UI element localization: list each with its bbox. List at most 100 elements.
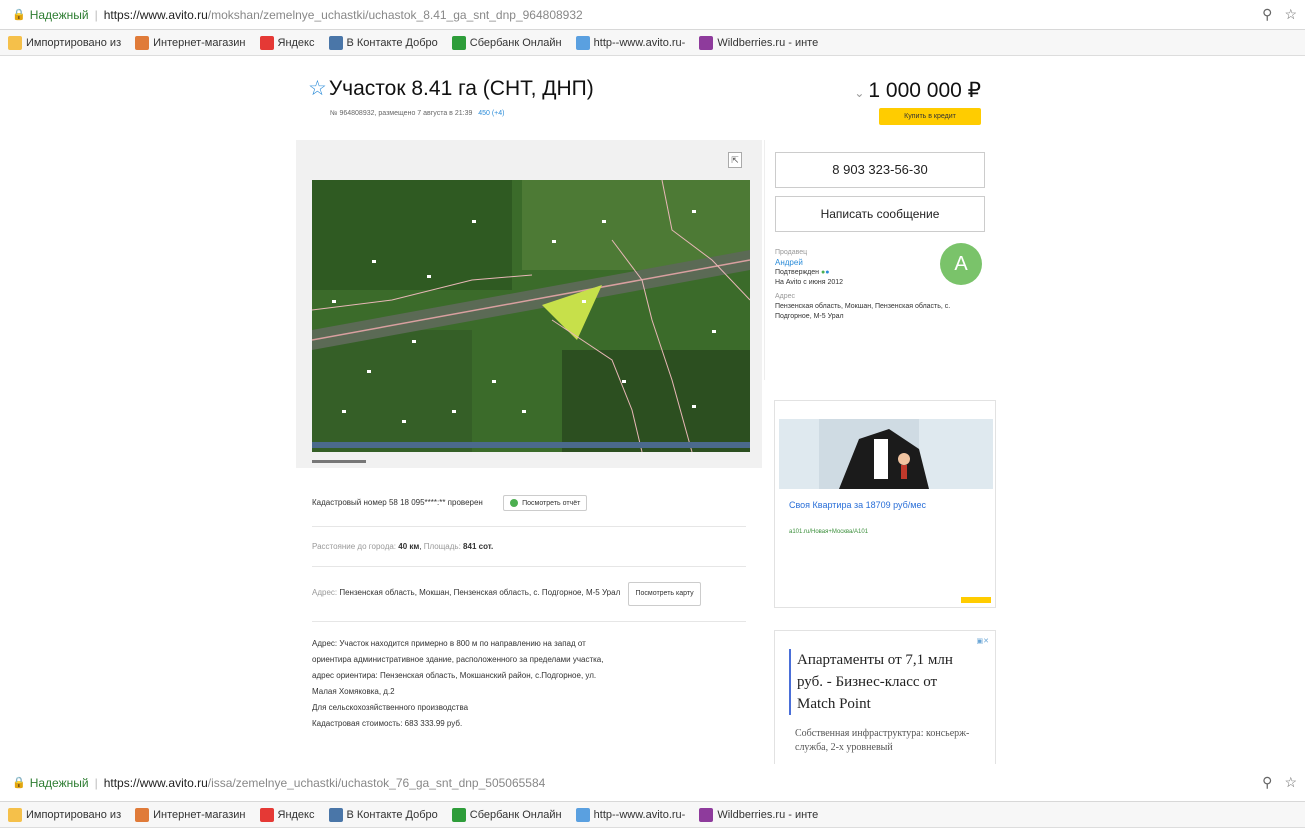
write-message-button[interactable]: Написать сообщение	[775, 196, 985, 232]
description-line: Малая Хомяковка, д.2	[312, 687, 395, 696]
browser-chrome-bottom: 🔒 Надежный | https://www.avito.ru/issa/z…	[0, 764, 1305, 828]
ad2-body: Собственная инфраструктура: консьерж-слу…	[795, 728, 970, 753]
zoom-icon[interactable]: ⚲	[1262, 6, 1272, 23]
cadastral-map-image[interactable]	[312, 180, 750, 452]
description-line: ориентира административное здание, распо…	[312, 655, 604, 664]
secure-label: Надежный	[29, 7, 89, 22]
url-host: https://www.avito.ru	[103, 7, 208, 22]
bookmark-favicon-icon	[328, 35, 343, 50]
ad1-tag	[961, 597, 991, 603]
description-line: Кадастровая стоимость: 683 333.99 руб.	[312, 719, 463, 728]
description-line: Для сельскохозяйственного производства	[312, 703, 469, 712]
listing-title: Участок 8.41 га (СНТ, ДНП)	[328, 77, 594, 100]
address-bar[interactable]: 🔒 Надежный | https://www.avito.ru/moksha…	[8, 3, 1262, 27]
ad1-url[interactable]: a101.ru/Новая+Москва/A101	[789, 529, 868, 535]
bookmark-item[interactable]: Яндекс	[259, 807, 315, 822]
bookmark-favicon-icon	[451, 35, 466, 50]
check-icon	[510, 499, 519, 507]
address-row: 🔒 Надежный | https://www.avito.ru/moksha…	[0, 0, 1305, 30]
ad-banner-match-point[interactable]: ▣✕ Апартаменты от 7,1 млн руб. - Бизнес-…	[774, 630, 996, 764]
bookmark-item[interactable]: Wildberries.ru - инте	[699, 35, 819, 50]
address-bar-bottom[interactable]: 🔒 Надежный | https://www.avito.ru/issa/z…	[8, 771, 1262, 795]
bookmark-label: Яндекс	[277, 808, 315, 821]
ad-image[interactable]	[779, 419, 993, 489]
address-value: Пензенская область, Мокшан, Пензенская о…	[339, 588, 621, 597]
bookmark-item[interactable]: В Контакте Добро	[328, 35, 438, 50]
ad1-title[interactable]: Своя Квартира за 18709 руб/мес	[789, 499, 989, 512]
lock-icon: 🔒	[12, 777, 26, 789]
secure-label-bottom: Надежный	[29, 775, 89, 790]
bookmark-item[interactable]: Сбербанк Онлайн	[451, 35, 562, 50]
bookmark-item[interactable]: Яндекс	[259, 35, 315, 50]
listing-info: Кадастровый номер 58 18 095****:** прове…	[312, 480, 746, 732]
distance-value: 40 км	[398, 542, 420, 551]
bookmark-item[interactable]: Wildberries.ru - инте	[699, 807, 818, 822]
bookmark-label: Яндекс	[277, 36, 315, 49]
bookmark-label: Интернет-магазин	[153, 808, 246, 821]
address-label: Адрес:	[312, 588, 338, 597]
ad2-title[interactable]: Апартаменты от 7,1 млн руб. - Бизнес-кла…	[789, 649, 969, 715]
bookmark-favicon-icon	[699, 807, 714, 822]
bookmark-item[interactable]: Импортировано из	[8, 35, 121, 50]
zoom-icon[interactable]: ⚲	[1262, 774, 1272, 791]
bookmark-favicon-icon	[8, 807, 22, 822]
report-button[interactable]: Посмотреть отчёт	[503, 495, 588, 511]
favorite-star-icon[interactable]: ☆	[308, 77, 327, 100]
cadastral-number: Кадастровый номер 58 18 095****:** прове…	[312, 497, 483, 507]
ad-choices-icon-2[interactable]: ▣✕	[977, 637, 989, 645]
bookmark-item[interactable]: Интернет-магазин	[135, 807, 246, 822]
bookmark-star-icon[interactable]: ☆	[1284, 774, 1297, 791]
ad-banner-apartment[interactable]: ▣✕ Своя Квартира за 18709 руб/мес a101.r…	[774, 400, 996, 608]
bookmark-item[interactable]: Интернет-магазин	[135, 35, 246, 50]
map-svg	[312, 180, 750, 452]
avatar[interactable]: А	[940, 243, 982, 285]
bookmarks-bar: Импортировано из Интернет-магазин Яндекс В …	[0, 30, 1305, 56]
bookmark-label: http--www.avito.ru-	[593, 36, 686, 49]
chevron-down-icon[interactable]: ⌄	[854, 86, 864, 100]
gallery-scroll-indicator[interactable]	[312, 460, 366, 463]
bookmark-favicon-icon	[451, 807, 466, 822]
url-host-bottom: https://www.avito.ru	[103, 775, 208, 790]
info-icon: ●	[825, 269, 830, 276]
bookmark-label: Сбербанк Онлайн	[469, 36, 562, 49]
bookmark-label: Wildberries.ru - инте	[717, 36, 819, 49]
bookmark-favicon-icon	[135, 35, 150, 50]
bookmark-favicon-icon	[575, 807, 590, 822]
show-map-button[interactable]: Посмотреть карту	[628, 582, 701, 606]
bookmark-item[interactable]: http--www.avito.ru-	[575, 807, 685, 822]
price: 1 000 000 ₽	[868, 79, 981, 102]
bookmark-favicon-icon	[575, 35, 590, 50]
bookmark-item[interactable]: http--www.avito.ru-	[575, 35, 686, 50]
address-row: Адрес: Пензенская область, Мокшан, Пензе…	[312, 567, 746, 622]
contact-panel: 8 903 323-56-30 Написать сообщение Прода…	[764, 140, 999, 380]
bookmark-item[interactable]: Импортировано из	[8, 807, 122, 822]
bookmark-favicon-icon	[135, 807, 150, 822]
area-value: 841 сот.	[463, 542, 494, 551]
bookmark-item[interactable]: Сбербанк Онлайн	[451, 807, 562, 822]
bookmarks-bar-bottom: Импортировано из Интернет-магазин Яндекс В …	[0, 802, 1305, 828]
views-count: 450 (+4)	[478, 110, 505, 117]
bookmark-favicon-icon	[328, 807, 343, 822]
phone-button[interactable]: 8 903 323-56-30	[775, 152, 985, 188]
address-row-bottom: 🔒 Надежный | https://www.avito.ru/issa/z…	[0, 764, 1305, 802]
bookmark-favicon-icon	[8, 35, 22, 50]
listing-header: ☆Участок 8.41 га (СНТ, ДНП) № 964808932,…	[296, 68, 999, 132]
ad-keys-photo	[779, 419, 993, 489]
bookmark-favicon-icon	[259, 35, 274, 50]
photo-gallery: ⇱	[296, 140, 762, 468]
distance-label: Расстояние до города:	[312, 542, 397, 551]
bookmark-label: Интернет-магазин	[153, 36, 246, 49]
lock-icon: 🔒	[12, 9, 26, 21]
bookmark-item[interactable]: В Контакте Добро	[328, 807, 438, 822]
description-line: адрес ориентира: Пензенская область, Мок…	[312, 671, 597, 680]
seller-address: Пензенская область, Мокшан, Пензенская о…	[775, 303, 951, 320]
credit-button[interactable]: Купить в кредит	[879, 108, 981, 125]
left-column: ⇱ Кадастровый номер 58 18 095****:** про…	[296, 140, 762, 764]
bookmark-label: Импортировано из	[26, 808, 122, 821]
bookmark-star-icon[interactable]: ☆	[1284, 6, 1297, 23]
fullscreen-icon[interactable]: ⇱	[728, 152, 742, 168]
description: Адрес: Участок находится примерно в 800 …	[312, 622, 746, 732]
bookmark-label: Сбербанк Онлайн	[469, 808, 562, 821]
listing-subtitle: № 964808932, размещено 7 августа в 21:39	[330, 110, 473, 117]
area-label: Площадь:	[423, 542, 461, 551]
